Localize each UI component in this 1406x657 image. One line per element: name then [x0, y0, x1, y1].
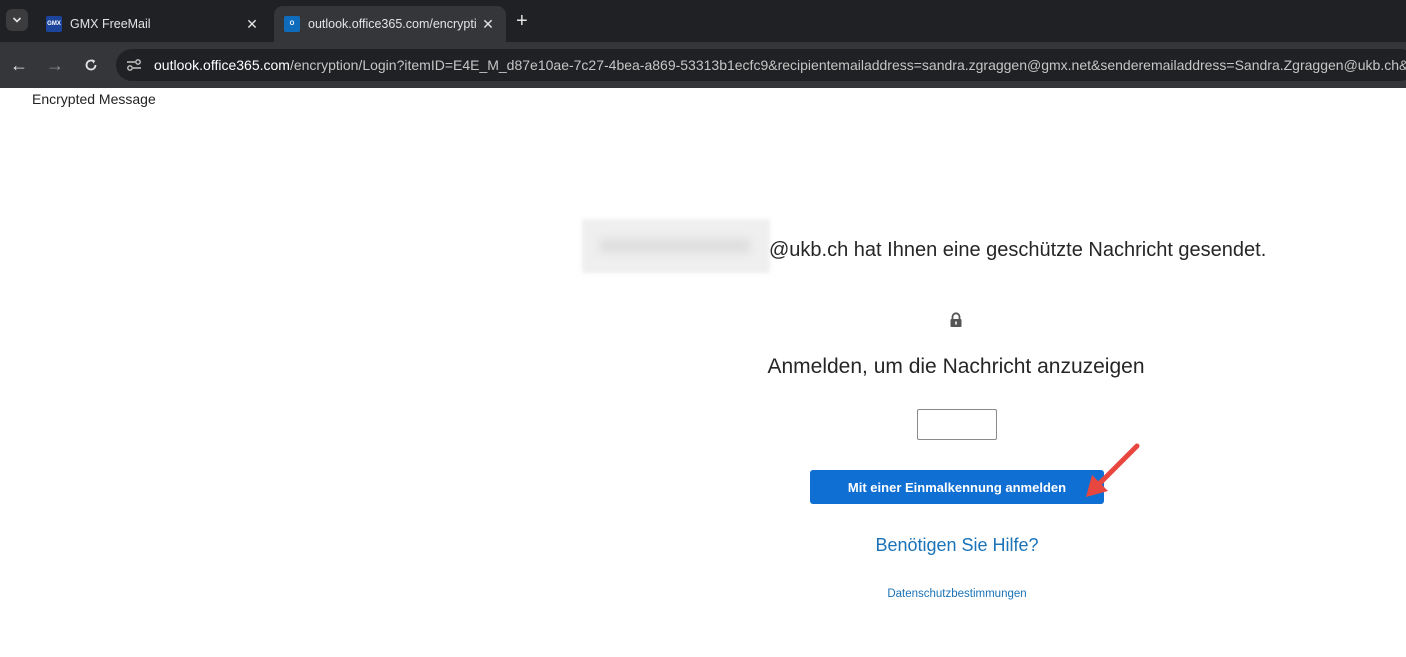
- outlook-favicon-icon: O: [284, 16, 300, 32]
- site-settings-icon[interactable]: [124, 56, 144, 74]
- need-help-link[interactable]: Benötigen Sie Hilfe?: [757, 535, 1157, 556]
- privacy-statement-link[interactable]: Datenschutzbestimmungen: [757, 588, 1157, 600]
- tab-outlook-encryption[interactable]: O outlook.office365.com/encrypti ✕: [274, 6, 506, 42]
- tab-title: GMX FreeMail: [70, 17, 151, 31]
- back-arrow-icon[interactable]: ←: [8, 54, 30, 76]
- url-host: outlook.office365.com: [154, 57, 290, 73]
- close-tab-icon[interactable]: ✕: [480, 16, 496, 33]
- url-text: outlook.office365.com/encryption/Login?i…: [154, 57, 1406, 73]
- address-bar[interactable]: outlook.office365.com/encryption/Login?i…: [116, 49, 1406, 81]
- gmx-favicon-icon: GMX: [46, 16, 62, 32]
- browser-tab-strip: GMX GMX FreeMail ✕ O outlook.office365.c…: [0, 0, 1406, 42]
- tab-search-button[interactable]: [6, 9, 28, 31]
- sign-in-heading: Anmelden, um die Nachricht anzuzeigen: [767, 355, 1145, 378]
- annotation-arrow-icon: [1086, 443, 1140, 497]
- tab-gmx-freemail[interactable]: GMX GMX FreeMail ✕: [36, 6, 270, 42]
- one-time-passcode-signin-button[interactable]: Mit einer Einmalkennung anmelden: [810, 470, 1104, 504]
- redacted-sender-name: [582, 219, 770, 273]
- new-tab-icon[interactable]: +: [516, 11, 528, 31]
- tab-title: outlook.office365.com/encrypti: [308, 17, 477, 31]
- url-path: /encryption/Login?itemID=E4E_M_d87e10ae-…: [289, 57, 1406, 73]
- close-tab-icon[interactable]: ✕: [244, 16, 260, 33]
- reload-icon[interactable]: [80, 54, 102, 76]
- forward-arrow-icon[interactable]: →: [44, 54, 66, 76]
- chevron-down-icon: [12, 17, 22, 23]
- sender-message: @ukb.ch hat Ihnen eine geschützte Nachri…: [769, 239, 1267, 261]
- passcode-input[interactable]: [917, 409, 997, 440]
- lock-icon: [950, 312, 962, 327]
- page-content: Encrypted Message @ukb.ch hat Ihnen eine…: [0, 88, 1406, 657]
- page-title: Encrypted Message: [32, 91, 156, 107]
- browser-toolbar: ← → outlook.office365.com/encryption/Log…: [0, 42, 1406, 88]
